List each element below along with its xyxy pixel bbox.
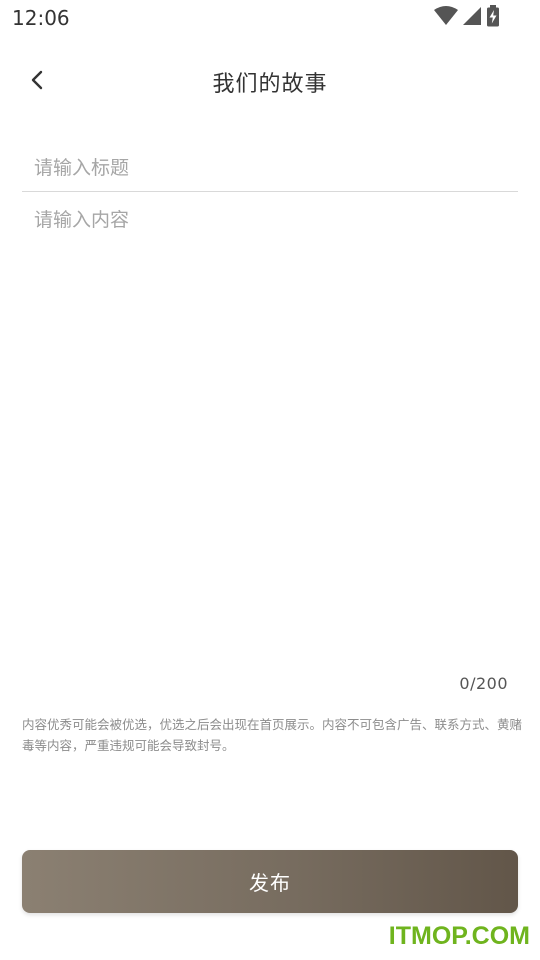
wifi-icon (434, 6, 458, 30)
publish-button[interactable]: 发布 (22, 850, 518, 913)
char-counter: 0/200 (459, 674, 508, 693)
watermark-logo: ITMOP.COM (388, 922, 530, 950)
battery-charging-icon (486, 5, 500, 31)
status-icons (434, 5, 500, 31)
screen: 12:06 我们的故事 请输入标题 请输入内容 0/200 内容优秀可能会被优选… (0, 0, 540, 960)
content-input[interactable] (22, 205, 518, 660)
page-title: 我们的故事 (212, 72, 328, 97)
notice-text: 内容优秀可能会被优选，优选之后会出现在首页展示。内容不可包含广告、联系方式、黄赌… (22, 717, 523, 753)
status-bar: 12:06 (0, 0, 540, 36)
header: 我们的故事 (0, 56, 540, 104)
title-input[interactable] (22, 144, 518, 192)
status-time: 12:06 (12, 6, 70, 30)
cellular-signal-icon (462, 6, 482, 30)
